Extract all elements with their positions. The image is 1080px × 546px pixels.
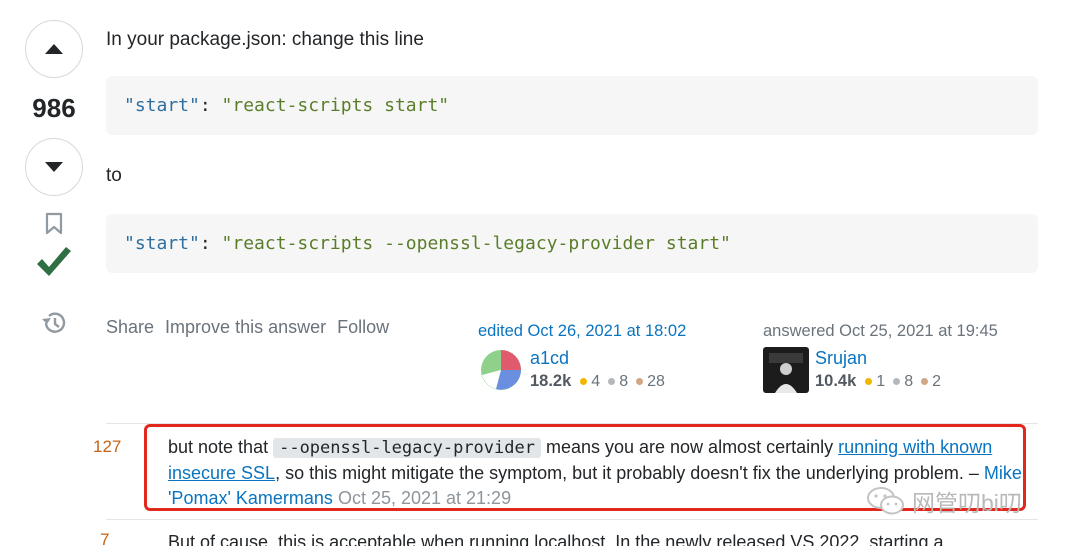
avatar[interactable]: [478, 347, 524, 393]
answer-intro: In your package.json: change this line: [106, 29, 424, 50]
comment-score: 7: [100, 530, 110, 546]
code-colon: :: [199, 95, 222, 116]
accepted-check-icon: [37, 247, 71, 276]
bronze-badge-icon: [921, 378, 929, 385]
accepted-answer-mark: [35, 247, 73, 284]
code-colon: :: [199, 233, 222, 254]
editor-signature: edited Oct 26, 2021 at 18:02 a1cd 18.2k …: [478, 322, 686, 393]
reputation-score: 18.2k: [530, 372, 572, 390]
editor-reputation: 18.2k 4 8 28: [530, 372, 665, 391]
gold-badge-icon: [580, 378, 588, 385]
avatar[interactable]: [763, 347, 809, 393]
history-icon: [42, 312, 66, 333]
history-button[interactable]: [40, 310, 68, 341]
reputation-score: 10.4k: [815, 372, 857, 390]
vote-column: 986: [24, 20, 84, 341]
answerer-name[interactable]: Srujan: [815, 347, 941, 369]
bronze-badge-icon: [636, 378, 644, 385]
gold-badge-count: 1: [876, 372, 886, 390]
answer-body: In your package.json: change this line "…: [106, 26, 1038, 273]
gold-badge-count: 4: [591, 372, 601, 390]
bronze-badge-count: 2: [932, 372, 942, 390]
code-key: "start": [124, 95, 200, 116]
gold-badge-icon: [865, 378, 873, 385]
silver-badge-count: 8: [904, 372, 914, 390]
downvote-icon: [45, 162, 63, 172]
bronze-badge-count: 28: [647, 372, 665, 390]
share-link[interactable]: Share: [106, 317, 154, 338]
code-block-original: "start": "react-scripts start": [106, 76, 1038, 135]
downvote-button[interactable]: [25, 138, 83, 196]
code-value: "react-scripts --openssl-legacy-provider…: [221, 233, 731, 254]
answerer-reputation: 10.4k 1 8 2: [815, 372, 941, 391]
comment-divider: [106, 519, 1038, 520]
follow-link[interactable]: Follow: [337, 317, 389, 338]
edited-timestamp[interactable]: edited Oct 26, 2021 at 18:02: [478, 322, 686, 341]
post-menu: Share Improve this answer Follow: [106, 317, 389, 338]
upvote-icon: [45, 44, 63, 54]
wechat-icon: [867, 487, 904, 515]
code-block-new: "start": "react-scripts --openssl-legacy…: [106, 214, 1038, 273]
answerer-signature: answered Oct 25, 2021 at 19:45 Srujan 10…: [763, 322, 998, 393]
comment-score: 127: [93, 437, 122, 456]
answered-timestamp: answered Oct 25, 2021 at 19:45: [763, 322, 998, 340]
comment-item: But of cause, this is acceptable when ru…: [168, 530, 1028, 546]
bookmark-icon: [45, 212, 63, 235]
answer-to: to: [106, 165, 122, 186]
code-value: "react-scripts start": [221, 95, 450, 116]
silver-badge-icon: [608, 378, 616, 385]
watermark-text: 网管叨bi叨: [912, 490, 1022, 516]
comment-text: But of cause, this is acceptable when ru…: [168, 532, 944, 546]
watermark: 网管叨bi叨: [866, 484, 1022, 518]
silver-badge-icon: [893, 378, 901, 385]
silver-badge-count: 8: [619, 372, 629, 390]
improve-answer-link[interactable]: Improve this answer: [165, 317, 326, 338]
code-key: "start": [124, 233, 200, 254]
editor-name[interactable]: a1cd: [530, 347, 665, 369]
vote-count: 986: [32, 93, 76, 123]
upvote-button[interactable]: [25, 20, 83, 78]
bookmark-button[interactable]: [45, 212, 63, 241]
